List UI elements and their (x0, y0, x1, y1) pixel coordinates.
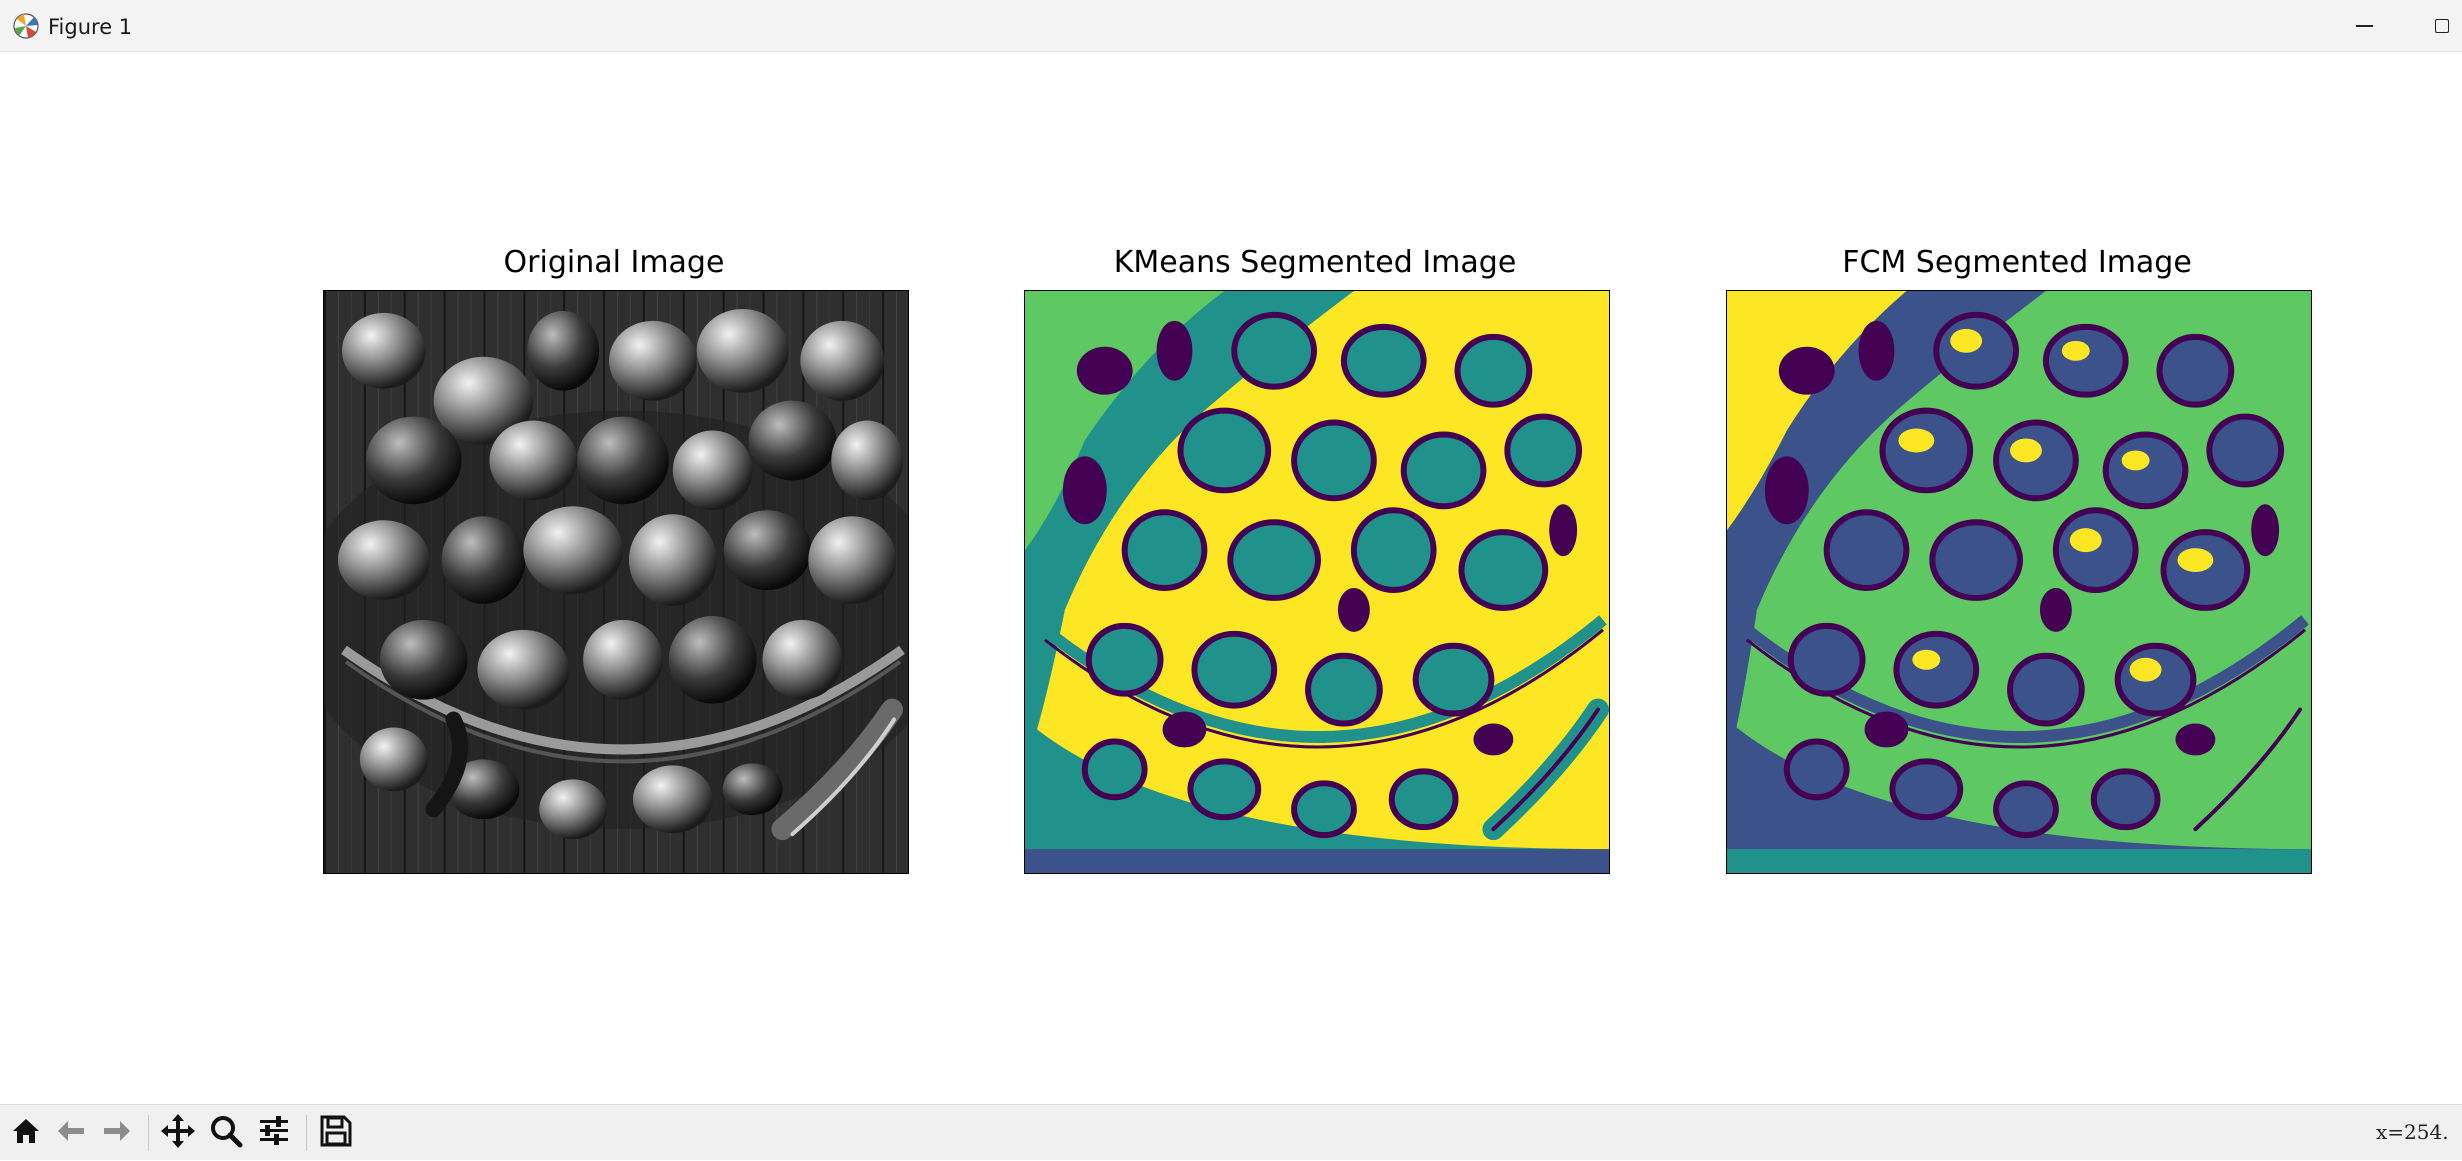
subplot-title-fcm: FCM Segmented Image (1842, 245, 2192, 280)
subplot-title-kmeans: KMeans Segmented Image (1113, 245, 1517, 280)
kmeans-image-axes[interactable] (1024, 290, 1610, 874)
minimize-icon (2355, 25, 2373, 27)
minimize-button[interactable] (2336, 0, 2392, 52)
matplotlib-logo-icon (12, 12, 40, 40)
window-title: Figure 1 (48, 15, 133, 39)
fcm-segmented-image (1727, 291, 2311, 873)
forward-button[interactable] (96, 1113, 136, 1153)
maximize-button[interactable] (2414, 0, 2462, 52)
maximize-icon (2435, 19, 2449, 33)
subplot-title-original: Original Image (503, 245, 725, 280)
home-button[interactable] (6, 1113, 46, 1153)
window-titlebar: Figure 1 (0, 0, 2462, 52)
magnifier-icon (209, 1114, 243, 1152)
original-image (324, 291, 908, 873)
save-button[interactable] (316, 1113, 356, 1153)
arrow-left-icon (56, 1115, 88, 1151)
sliders-icon (257, 1114, 291, 1152)
toolbar-separator (306, 1115, 307, 1151)
floppy-disk-icon (319, 1114, 353, 1152)
cursor-coordinates: x=254. (2376, 1120, 2449, 1144)
kmeans-segmented-image (1025, 291, 1609, 873)
toolbar-separator (148, 1115, 149, 1151)
original-image-axes[interactable] (323, 290, 909, 874)
pan-button[interactable] (158, 1113, 198, 1153)
move-icon (160, 1113, 196, 1153)
arrow-right-icon (100, 1115, 132, 1151)
zoom-button[interactable] (206, 1113, 246, 1153)
navigation-toolbar: x=254. (0, 1104, 2462, 1160)
fcm-image-axes[interactable] (1726, 290, 2312, 874)
figure-canvas[interactable]: Original Image KMeans Segmented Image FC… (0, 52, 2462, 1104)
back-button[interactable] (52, 1113, 92, 1153)
home-icon (10, 1115, 42, 1151)
configure-subplots-button[interactable] (254, 1113, 294, 1153)
